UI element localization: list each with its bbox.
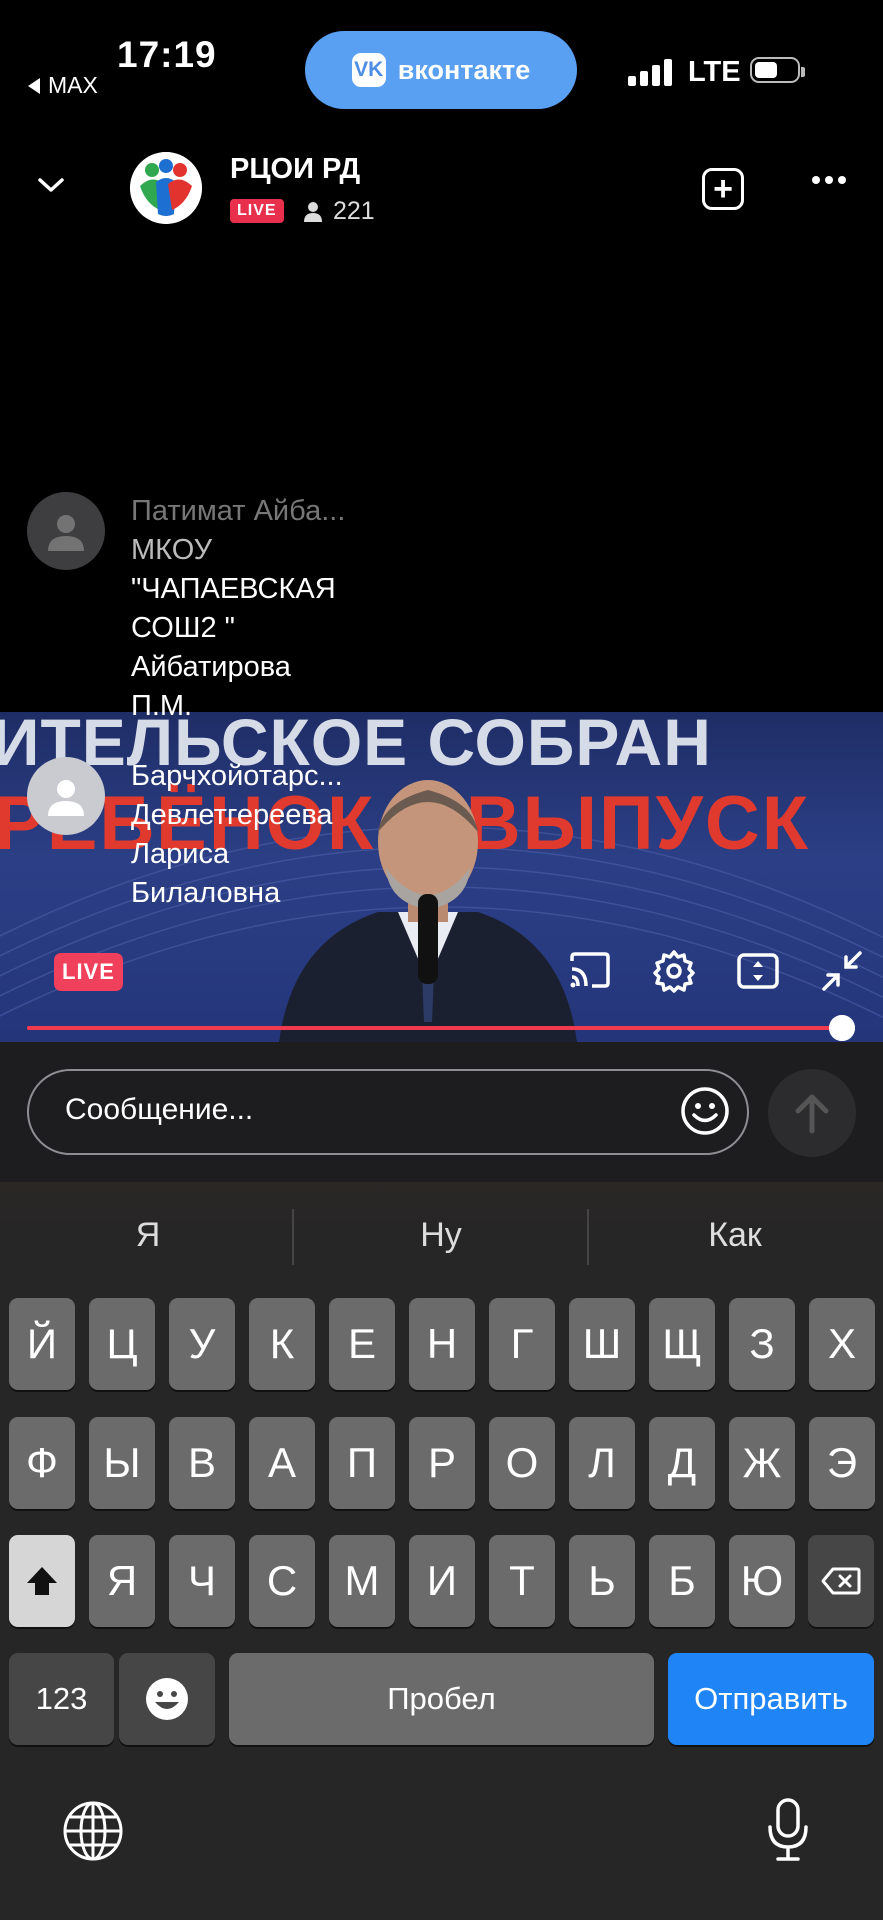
back-triangle-icon [28, 77, 40, 94]
key-letter[interactable]: Ж [729, 1417, 795, 1509]
space-key[interactable]: Пробел [229, 1653, 654, 1745]
network-type: LTE [688, 56, 741, 88]
backspace-key[interactable] [808, 1535, 874, 1627]
channel-title: РЦОИ РД [230, 153, 361, 185]
key-letter[interactable]: Ц [89, 1298, 155, 1390]
key-letter[interactable]: К [249, 1298, 315, 1390]
cast-icon[interactable] [568, 949, 612, 993]
smile-icon[interactable] [680, 1086, 730, 1136]
key-letter[interactable]: Щ [649, 1298, 715, 1390]
key-letter[interactable]: Е [329, 1298, 395, 1390]
chat-text: МКОУ [131, 534, 213, 566]
viewer-count: 221 [303, 197, 375, 226]
shift-key[interactable] [9, 1535, 75, 1627]
key-letter[interactable]: П [329, 1417, 395, 1509]
chat-text: Лариса [131, 838, 230, 870]
numbers-key[interactable]: 123 [9, 1653, 114, 1745]
suggestion-item[interactable]: Ну [311, 1216, 571, 1255]
app-pill-label: вконтакте [397, 54, 531, 85]
key-letter[interactable]: Р [409, 1417, 475, 1509]
key-letter[interactable]: Л [569, 1417, 635, 1509]
playback-progress[interactable] [27, 1026, 842, 1030]
fit-screen-icon[interactable] [736, 949, 780, 993]
key-letter[interactable]: Т [489, 1535, 555, 1627]
chevron-down-icon[interactable] [36, 170, 66, 200]
suggestion-item[interactable]: Я [18, 1216, 278, 1255]
channel-logo-icon[interactable] [130, 152, 202, 224]
minimize-icon[interactable] [820, 949, 864, 993]
chat-text: Айбатирова [131, 651, 291, 683]
key-letter[interactable]: С [249, 1535, 315, 1627]
chat-message: Патимат Айба... МКОУ "ЧАПАЕВСКАЯ СОШ2 " … [27, 492, 345, 726]
send-button[interactable] [768, 1069, 856, 1157]
more-dots-icon[interactable] [812, 176, 846, 184]
emoji-key[interactable] [119, 1653, 215, 1745]
shift-icon [27, 1567, 57, 1595]
player-live-badge: LIVE [54, 953, 123, 991]
chat-author: Барчхойотарс... [131, 760, 343, 792]
key-letter[interactable]: О [489, 1417, 555, 1509]
person-icon [48, 515, 84, 551]
chat-text: СОШ2 " [131, 612, 235, 644]
suggestion-item[interactable]: Как [605, 1216, 865, 1255]
key-letter[interactable]: Й [9, 1298, 75, 1390]
globe-icon[interactable] [62, 1800, 124, 1862]
back-app-label: MAX [48, 72, 98, 98]
key-letter[interactable]: И [409, 1535, 475, 1627]
chat-message: Барчхойотарс... Девлетгереева Лариса Бил… [27, 757, 343, 913]
vk-logo-icon: VK [351, 53, 386, 87]
key-letter[interactable]: Х [809, 1298, 875, 1390]
gear-icon[interactable] [652, 949, 696, 993]
send-key[interactable]: Отправить [668, 1653, 874, 1745]
avatar [27, 492, 105, 570]
app-indicator-pill[interactable]: VK вконтакте [305, 31, 577, 109]
key-letter[interactable]: Ш [569, 1298, 635, 1390]
live-badge: LIVE [230, 199, 284, 223]
key-letter[interactable]: В [169, 1417, 235, 1509]
key-letter[interactable]: Ь [569, 1535, 635, 1627]
key-letter[interactable]: Ю [729, 1535, 795, 1627]
message-placeholder: Сообщение... [65, 1093, 254, 1126]
plus-square-icon[interactable]: + [702, 168, 744, 210]
person-icon [48, 780, 84, 816]
chat-text: Билаловна [131, 877, 281, 909]
backspace-icon [821, 1567, 861, 1595]
microphone-icon[interactable] [766, 1797, 810, 1863]
chat-text: П.М. [131, 690, 193, 722]
playback-knob[interactable] [829, 1015, 855, 1041]
chat-text: Девлетгереева [131, 799, 333, 831]
send-arrow-icon [795, 1094, 829, 1134]
signal-icon [628, 58, 672, 86]
key-letter[interactable]: Я [89, 1535, 155, 1627]
key-letter[interactable]: У [169, 1298, 235, 1390]
key-letter[interactable]: Д [649, 1417, 715, 1509]
key-letter[interactable]: Г [489, 1298, 555, 1390]
person-icon [304, 201, 322, 222]
back-to-app[interactable]: MAX [28, 72, 98, 99]
suggestion-divider [292, 1209, 294, 1265]
key-letter[interactable]: Ф [9, 1417, 75, 1509]
avatar [27, 757, 105, 835]
suggestion-divider [587, 1209, 589, 1265]
key-letter[interactable]: З [729, 1298, 795, 1390]
viewer-count-value: 221 [333, 197, 375, 225]
key-letter[interactable]: Э [809, 1417, 875, 1509]
key-letter[interactable]: Ы [89, 1417, 155, 1509]
chat-text: "ЧАПАЕВСКАЯ [131, 573, 336, 605]
key-letter[interactable]: Ч [169, 1535, 235, 1627]
key-letter[interactable]: М [329, 1535, 395, 1627]
key-letter[interactable]: А [249, 1417, 315, 1509]
chat-author: Патимат Айба... [131, 495, 346, 527]
battery-icon [750, 57, 805, 83]
key-letter[interactable]: Н [409, 1298, 475, 1390]
key-letter[interactable]: Б [649, 1535, 715, 1627]
status-time: 17:19 [117, 34, 217, 75]
emoji-icon [146, 1678, 188, 1720]
